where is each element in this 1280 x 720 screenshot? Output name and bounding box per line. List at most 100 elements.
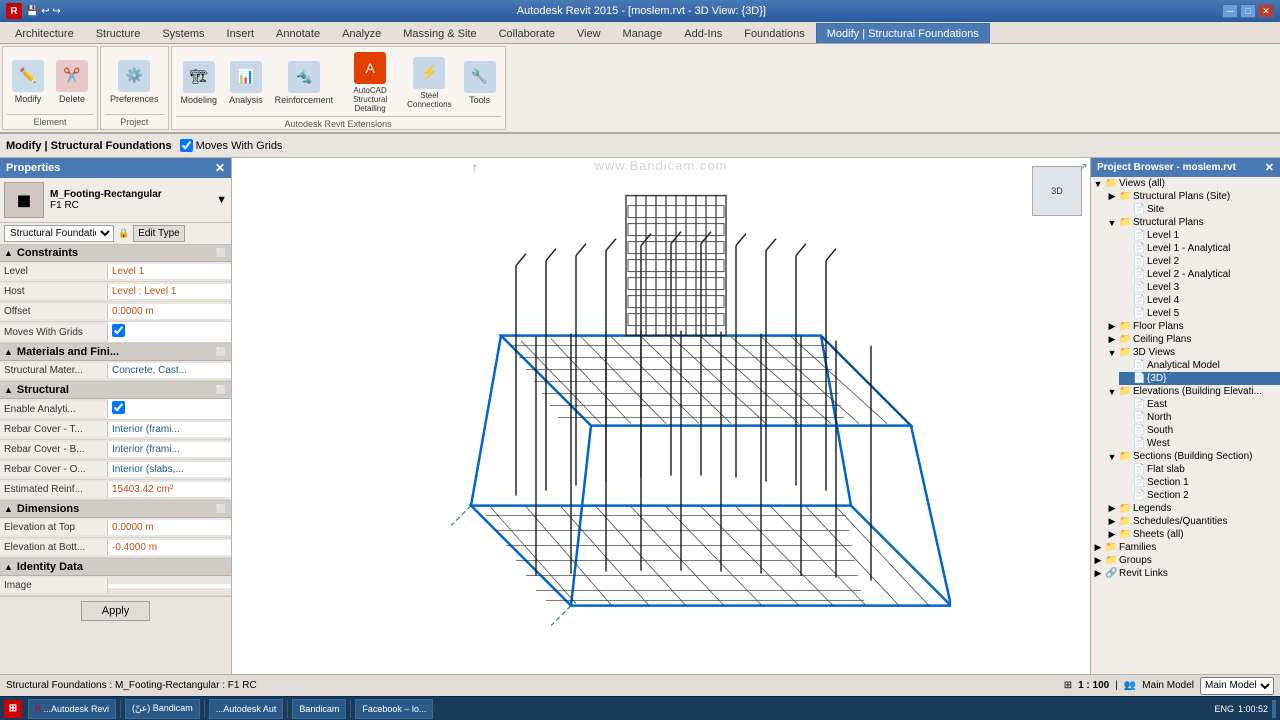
tree-sections[interactable]: ▼ 📁 Sections (Building Section) xyxy=(1105,450,1280,463)
level-value[interactable]: Level 1 xyxy=(108,264,231,279)
structural-foundations-select[interactable]: Structural Foundations xyxy=(4,225,114,242)
materials-section-header[interactable]: ▲ Materials and Fini... ⬜ xyxy=(0,344,231,361)
dimensions-section-header[interactable]: ▲ Dimensions ⬜ xyxy=(0,501,231,518)
properties-content: ▲ Constraints ⬜ Level Level 1 Host Level… xyxy=(0,245,231,674)
tree-level5[interactable]: 📄 Level 5 xyxy=(1119,307,1280,320)
tree-groups[interactable]: ▶ 📁 Groups xyxy=(1091,554,1280,567)
tree-section1[interactable]: 📄 Section 1 xyxy=(1119,476,1280,489)
tab-massing[interactable]: Massing & Site xyxy=(392,23,487,43)
identity-section-header[interactable]: ▲ Identity Data xyxy=(0,559,231,576)
start-icon[interactable]: ⊞ xyxy=(4,700,22,718)
tab-collaborate[interactable]: Collaborate xyxy=(488,23,566,43)
tree-south[interactable]: 📄 South xyxy=(1119,424,1280,437)
tree-flat-slab[interactable]: 📄 Flat slab xyxy=(1119,463,1280,476)
enable-analytical-checkbox[interactable] xyxy=(112,401,125,414)
rebar-other-value[interactable]: Interior (slabs,... xyxy=(108,462,231,477)
tab-architecture[interactable]: Architecture xyxy=(4,23,85,43)
modify-button[interactable]: ✏️ Modify xyxy=(7,57,49,107)
structural-section: Enable Analyti... Rebar Cover - T... Int… xyxy=(0,399,231,501)
delete-button[interactable]: ✂️ Delete xyxy=(51,57,93,107)
offset-value[interactable]: 0.0000 m xyxy=(108,304,231,319)
tree-ceiling-plans[interactable]: ▶ 📁 Ceiling Plans xyxy=(1105,333,1280,346)
close-button[interactable]: ✕ xyxy=(1258,4,1274,18)
tree-west[interactable]: 📄 West xyxy=(1119,437,1280,450)
tab-manage[interactable]: Manage xyxy=(612,23,674,43)
tree-floor-plans[interactable]: ▶ 📁 Floor Plans xyxy=(1105,320,1280,333)
workset-select[interactable]: Main Model xyxy=(1200,677,1274,695)
tools-button[interactable]: 🔧 Tools xyxy=(459,58,501,108)
edit-type-button[interactable]: Edit Type xyxy=(133,225,185,242)
sp-site-icon: 📁 xyxy=(1119,191,1133,202)
structural-material-value[interactable]: Concrete, Cast... xyxy=(108,363,231,378)
tab-insert[interactable]: Insert xyxy=(216,23,266,43)
tree-level1-analytical[interactable]: 📄 Level 1 - Analytical xyxy=(1119,242,1280,255)
tree-site[interactable]: 📄 Site xyxy=(1119,203,1280,216)
elevation-top-value[interactable]: 0.0000 m xyxy=(108,520,231,535)
tab-analyze[interactable]: Analyze xyxy=(331,23,392,43)
tree-level1[interactable]: 📄 Level 1 xyxy=(1119,229,1280,242)
view-cube[interactable]: 3D xyxy=(1032,166,1082,216)
tab-addins[interactable]: Add-Ins xyxy=(673,23,733,43)
identity-section: Image xyxy=(0,576,231,597)
tab-annotate[interactable]: Annotate xyxy=(265,23,331,43)
tree-schedules[interactable]: ▶ 📁 Schedules/Quantities xyxy=(1105,515,1280,528)
tree-revit-links[interactable]: ▶ 🔗 Revit Links xyxy=(1091,567,1280,580)
tree-analytical-model[interactable]: 📄 Analytical Model xyxy=(1119,359,1280,372)
moves-grids-prop-checkbox[interactable] xyxy=(112,324,125,337)
maximize-button[interactable]: □ xyxy=(1240,4,1256,18)
host-value[interactable]: Level : Level 1 xyxy=(108,284,231,299)
rebar-bottom-value[interactable]: Interior (frami... xyxy=(108,442,231,457)
sp-icon: 📁 xyxy=(1119,217,1133,228)
taskbar-autocad[interactable]: ...Autodesk Aut xyxy=(209,699,284,719)
taskbar-bandicam2[interactable]: Bandicam xyxy=(292,699,346,719)
system-tray: ENG 1:00:52 xyxy=(1214,700,1276,718)
preferences-button[interactable]: ⚙️ Preferences xyxy=(105,57,164,107)
tree-views-all[interactable]: ▼ 📁 Views (all) xyxy=(1091,177,1280,190)
taskbar-facebook[interactable]: Facebook – lo... xyxy=(355,699,433,719)
tree-sheets[interactable]: ▶ 📁 Sheets (all) xyxy=(1105,528,1280,541)
type-icon: ◼ xyxy=(4,182,44,218)
tree-structural-plans-site[interactable]: ▶ 📁 Structural Plans (Site) xyxy=(1105,190,1280,203)
moves-with-grids-checkbox[interactable] xyxy=(180,139,193,152)
show-desktop[interactable] xyxy=(1272,700,1276,718)
viewport[interactable]: www.Bandicam.com xyxy=(232,158,1090,674)
tab-foundations[interactable]: Foundations xyxy=(733,23,816,43)
tree-elevations[interactable]: ▼ 📁 Elevations (Building Elevati... xyxy=(1105,385,1280,398)
sp-label: Structural Plans xyxy=(1133,217,1204,228)
tree-east[interactable]: 📄 East xyxy=(1119,398,1280,411)
tab-view[interactable]: View xyxy=(566,23,612,43)
tree-level4[interactable]: 📄 Level 4 xyxy=(1119,294,1280,307)
type-sub: F1 RC xyxy=(50,200,214,211)
project-browser-close[interactable]: ✕ xyxy=(1265,161,1274,174)
tree-families[interactable]: ▶ 📁 Families xyxy=(1091,541,1280,554)
tab-structure[interactable]: Structure xyxy=(85,23,152,43)
analysis-button[interactable]: 📊 Analysis xyxy=(224,58,268,108)
elevation-top-row: Elevation at Top 0.0000 m xyxy=(0,518,231,538)
steel-connections-button[interactable]: ⚡ SteelConnections xyxy=(402,54,456,112)
tree-level2[interactable]: 📄 Level 2 xyxy=(1119,255,1280,268)
constraints-section-header[interactable]: ▲ Constraints ⬜ xyxy=(0,245,231,262)
tree-3d-views[interactable]: ▼ 📁 3D Views xyxy=(1105,346,1280,359)
tree-north[interactable]: 📄 North xyxy=(1119,411,1280,424)
minimize-button[interactable]: ─ xyxy=(1222,4,1238,18)
taskbar-revit[interactable]: R ...Autodesk Revi xyxy=(28,699,116,719)
rebar-top-value[interactable]: Interior (frami... xyxy=(108,422,231,437)
elevation-bottom-value[interactable]: -0.4000 m xyxy=(108,540,231,555)
tree-level3[interactable]: 📄 Level 3 xyxy=(1119,281,1280,294)
modeling-button[interactable]: 🏗 Modeling xyxy=(176,58,223,108)
structural-section-header[interactable]: ▲ Structural ⬜ xyxy=(0,382,231,399)
site-icon: 📄 xyxy=(1133,204,1147,215)
tab-systems[interactable]: Systems xyxy=(151,23,215,43)
tab-modify-structural[interactable]: Modify | Structural Foundations xyxy=(816,23,990,43)
apply-button[interactable]: Apply xyxy=(81,601,151,621)
taskbar-bandicam1[interactable]: (عنّ) Bandicam xyxy=(125,699,200,719)
identity-label: Identity Data xyxy=(17,561,83,573)
tree-3d[interactable]: 📄 {3D} xyxy=(1119,372,1280,385)
tree-section2[interactable]: 📄 Section 2 xyxy=(1119,489,1280,502)
autocad-button[interactable]: A AutoCADStructuralDetailing xyxy=(340,49,400,116)
tree-legends[interactable]: ▶ 📁 Legends xyxy=(1105,502,1280,515)
tree-structural-plans[interactable]: ▼ 📁 Structural Plans xyxy=(1105,216,1280,229)
tree-level2-analytical[interactable]: 📄 Level 2 - Analytical xyxy=(1119,268,1280,281)
reinforcement-button[interactable]: 🔩 Reinforcement xyxy=(270,58,339,108)
properties-close-button[interactable]: ✕ xyxy=(215,161,225,175)
